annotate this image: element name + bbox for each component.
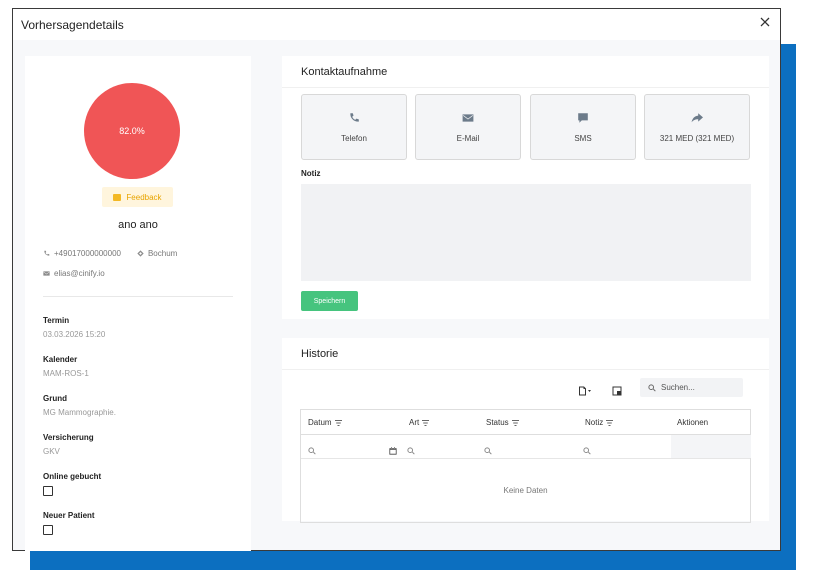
search-icon — [484, 447, 492, 455]
aktionen-filter-cell — [671, 435, 751, 458]
column-aktionen: Aktionen — [677, 418, 708, 427]
column-label: Datum — [308, 418, 332, 427]
sms-icon — [578, 112, 588, 123]
column-art[interactable]: Art — [409, 418, 430, 427]
phone-icon — [44, 250, 50, 256]
phone-button[interactable]: Telefon — [301, 94, 407, 160]
contact-title: Kontaktaufnahme — [301, 66, 388, 78]
versicherung-label: Versicherung — [43, 433, 94, 442]
patient-email: elias@cinify.io — [54, 269, 105, 278]
termin-label: Termin — [43, 316, 70, 325]
column-notiz[interactable]: Notiz — [585, 418, 614, 427]
grund-label: Grund — [43, 394, 67, 403]
kalender-label: Kalender — [43, 355, 78, 364]
divider — [282, 87, 769, 88]
forward-icon — [691, 112, 703, 122]
column-datum[interactable]: Datum — [308, 418, 342, 427]
table-header: Datum Art Status Notiz Aktionen — [301, 410, 750, 435]
column-chooser-icon[interactable] — [612, 383, 622, 401]
history-title: Historie — [301, 348, 339, 360]
patient-email-row: elias@cinify.io — [43, 269, 105, 278]
online-booked-checkbox[interactable] — [43, 486, 53, 496]
prediction-details-modal: Vorhersagendetails 82.0% Feedback ano an… — [12, 8, 781, 551]
note-label: Notiz — [301, 169, 321, 178]
history-card: Historie Datum Art Status — [282, 338, 769, 523]
versicherung-value: GKV — [43, 447, 60, 456]
feedback-button[interactable]: Feedback — [102, 187, 173, 207]
history-search[interactable] — [640, 378, 743, 397]
score-value: 82.0% — [119, 126, 145, 136]
divider — [282, 369, 769, 370]
calendar-icon[interactable] — [389, 442, 397, 460]
art-filter[interactable] — [407, 442, 415, 460]
filter-icon — [606, 419, 614, 426]
contact-card: Kontaktaufnahme Telefon E-Mail SMS 321 M… — [282, 56, 769, 319]
new-patient-label: Neuer Patient — [43, 511, 95, 520]
phone-button-label: Telefon — [341, 133, 367, 143]
history-table: Datum Art Status Notiz Aktionen Keine Da… — [300, 409, 751, 523]
filter-icon — [422, 419, 430, 426]
export-icon[interactable] — [578, 383, 592, 401]
new-patient-checkbox[interactable] — [43, 525, 53, 535]
close-icon[interactable] — [758, 15, 772, 29]
phone-icon — [350, 112, 359, 122]
forward-button[interactable]: 321 MED (321 MED) — [644, 94, 750, 160]
search-icon — [648, 383, 656, 391]
search-input[interactable] — [661, 383, 741, 392]
column-label: Notiz — [585, 418, 604, 427]
comment-icon — [113, 193, 122, 201]
notiz-filter[interactable] — [583, 442, 591, 460]
modal-header: Vorhersagendetails — [13, 9, 780, 40]
note-textarea[interactable] — [301, 184, 751, 281]
patient-contact-row: +49017000000000 Bochum — [43, 249, 177, 258]
score-pie-chart: 82.0% — [84, 83, 180, 179]
mail-icon — [43, 271, 50, 276]
email-button-label: E-Mail — [456, 133, 480, 143]
search-icon — [407, 447, 415, 455]
save-button[interactable]: Speichern — [301, 291, 358, 311]
patient-phone: +49017000000000 — [54, 249, 121, 258]
modal-title: Vorhersagendetails — [21, 18, 124, 32]
datum-filter[interactable] — [308, 442, 316, 460]
divider — [43, 296, 233, 297]
column-label: Status — [486, 418, 509, 427]
patient-name: ano ano — [118, 219, 158, 231]
column-label: Aktionen — [677, 418, 709, 427]
patient-panel: 82.0% Feedback ano ano +49017000000000 B… — [25, 56, 251, 551]
search-icon — [583, 447, 591, 455]
filter-icon — [511, 419, 519, 426]
search-icon — [308, 447, 316, 455]
column-status[interactable]: Status — [486, 418, 519, 427]
termin-value: 03.03.2026 15:20 — [43, 330, 106, 339]
column-label: Art — [409, 418, 420, 427]
sms-button-label: SMS — [574, 133, 592, 143]
filter-row — [301, 435, 751, 460]
mail-icon — [462, 113, 474, 122]
status-filter[interactable] — [484, 442, 492, 460]
grund-value: MG Mammographie. — [43, 408, 116, 417]
email-button[interactable]: E-Mail — [415, 94, 521, 160]
empty-state-text: Keine Daten — [503, 486, 548, 495]
patient-location: Bochum — [147, 249, 178, 258]
kalender-value: MAM-ROS-1 — [43, 369, 89, 378]
forward-button-label: 321 MED (321 MED) — [659, 133, 735, 143]
filter-icon — [334, 419, 342, 426]
feedback-label: Feedback — [126, 192, 162, 202]
online-booked-label: Online gebucht — [43, 472, 102, 481]
sms-button[interactable]: SMS — [530, 94, 636, 160]
location-icon — [137, 250, 144, 257]
